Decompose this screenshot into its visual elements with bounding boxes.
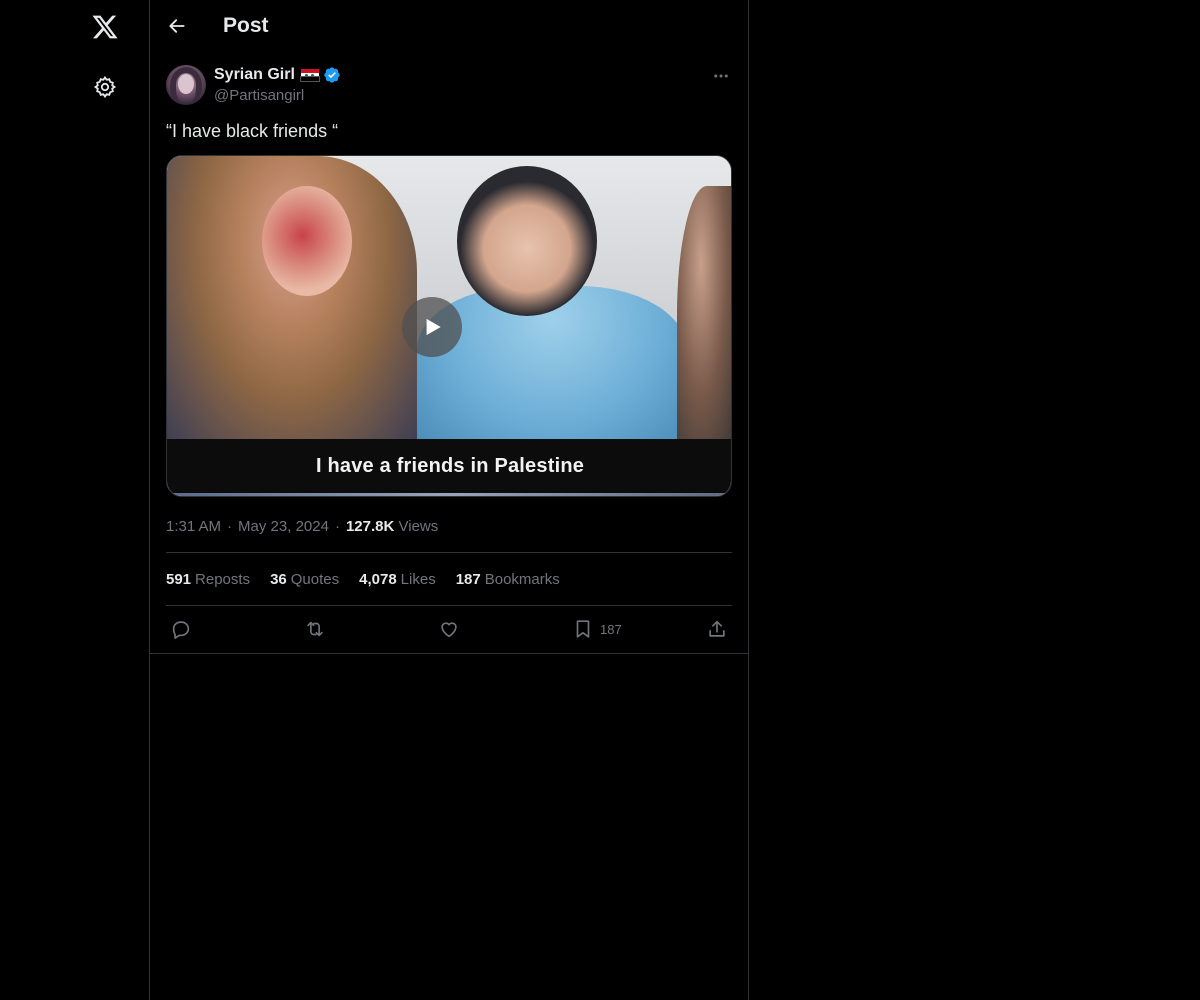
- bookmark-icon: [576, 620, 590, 638]
- quotes-stat[interactable]: 36 Quotes: [270, 571, 339, 588]
- play-button[interactable]: [402, 297, 462, 357]
- app: Post Syrian Girl @Partisangirl “I have b…: [0, 0, 1200, 1000]
- reply-icon: [172, 621, 190, 639]
- more-dots-icon: [714, 74, 728, 78]
- post-text: “I have black friends “: [166, 121, 339, 141]
- share-button[interactable]: [706, 615, 728, 643]
- page-title: Post: [223, 14, 269, 37]
- post-date[interactable]: May 23, 2024: [238, 518, 329, 535]
- gear-icon[interactable]: [91, 73, 119, 101]
- video-caption: I have a friends in Palestine: [167, 439, 731, 493]
- meta-separator: ·: [334, 518, 340, 535]
- bookmark-count: 187: [600, 621, 622, 637]
- bookmarks-stat[interactable]: 187 Bookmarks: [456, 571, 560, 588]
- author-display-name[interactable]: Syrian Girl: [214, 66, 295, 84]
- author-handle[interactable]: @Partisangirl: [214, 87, 304, 104]
- avatar[interactable]: [166, 65, 206, 105]
- divider: [166, 605, 732, 606]
- post-video[interactable]: I have a friends in Palestine: [166, 155, 732, 497]
- play-icon: [426, 318, 441, 336]
- main-column: Post Syrian Girl @Partisangirl “I have b…: [149, 0, 749, 1000]
- divider: [166, 552, 732, 553]
- more-button[interactable]: [710, 66, 732, 86]
- back-button[interactable]: [164, 13, 190, 39]
- views-label: Views: [398, 518, 439, 535]
- post-header: Post: [150, 0, 750, 53]
- share-icon: [709, 620, 725, 637]
- repost-button[interactable]: [304, 615, 326, 643]
- x-logo-icon[interactable]: [88, 10, 122, 44]
- left-nav-rail: [0, 0, 150, 1000]
- post-meta: 1:31 AM · May 23, 2024 · 127.8K Views: [166, 518, 438, 535]
- author-name-row: Syrian Girl: [214, 65, 341, 85]
- post-stats: 591 Reposts 36 Quotes 4,078 Likes 187 Bookma…: [166, 571, 560, 588]
- post-bottom-border: [150, 653, 749, 654]
- reposts-stat[interactable]: 591 Reposts: [166, 571, 250, 588]
- bookmark-button[interactable]: 187: [572, 615, 622, 643]
- verified-badge-icon[interactable]: [323, 66, 341, 84]
- post-time[interactable]: 1:31 AM: [166, 518, 221, 535]
- meta-separator: ·: [227, 518, 233, 535]
- syria-flag-icon: [299, 69, 320, 82]
- reply-button[interactable]: [170, 615, 192, 643]
- arrow-left-icon: [169, 19, 185, 33]
- like-button[interactable]: [438, 615, 460, 643]
- likes-stat[interactable]: 4,078 Likes: [359, 571, 436, 588]
- heart-icon: [441, 622, 457, 638]
- views-count: 127.8K: [345, 518, 395, 535]
- post-actions: 187: [166, 615, 732, 643]
- repost-icon: [307, 621, 323, 637]
